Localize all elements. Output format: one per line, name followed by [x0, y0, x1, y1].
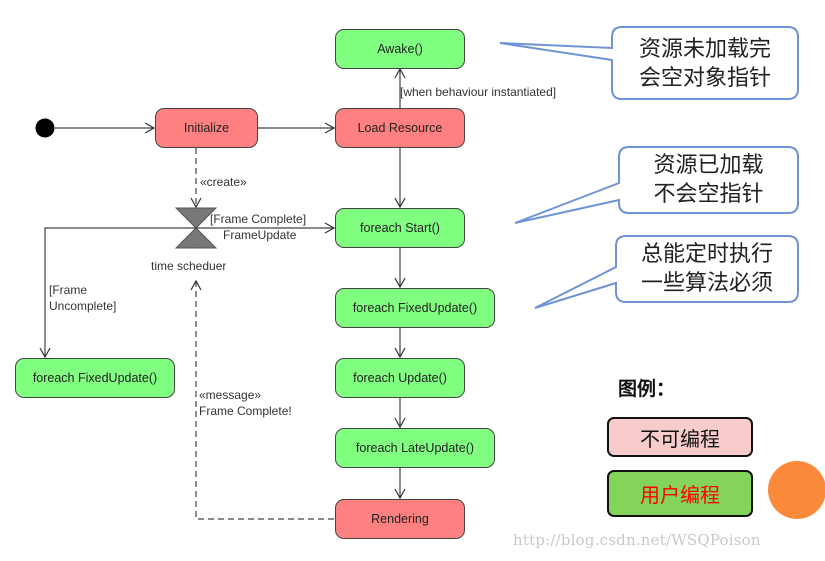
watermark: http://blog.csdn.net/WSQPoison	[513, 531, 761, 549]
callout-awake-line2: 会空对象指针	[638, 66, 771, 91]
legend-user-programmable-label: 用户编程	[640, 483, 720, 507]
label-message: «message»	[199, 388, 262, 402]
label-frame-update: FrameUpdate	[223, 228, 297, 242]
node-rendering: Rendering	[335, 499, 465, 539]
label-frame-uncomplete-1: [Frame	[49, 283, 88, 297]
label-when-instantiated: [when behaviour instantiated]	[400, 85, 557, 99]
node-load-resource: Load Resource	[335, 108, 465, 148]
node-fixed-update-label: foreach FixedUpdate()	[352, 301, 478, 315]
node-awake: Awake()	[335, 29, 465, 69]
node-late-update-label: foreach LateUpdate()	[355, 441, 475, 455]
label-create: «create»	[200, 175, 247, 189]
callout-awake-line1: 资源未加载完	[638, 37, 771, 62]
legend-not-programmable-label: 不可编程	[640, 426, 720, 451]
callout-fixed-update-text: 总能定时执行 一些算法必须	[616, 240, 798, 298]
legend-user-programmable: 用户编程	[607, 470, 753, 517]
node-awake-label: Awake()	[377, 42, 423, 56]
callout-fixed-update-line2: 一些算法必须	[640, 271, 773, 296]
callout-start-line2: 不会空指针	[653, 182, 764, 207]
node-fixed-update-loop: foreach FixedUpdate()	[15, 358, 175, 398]
callout-awake-text: 资源未加载完 会空对象指针	[612, 35, 798, 93]
legend-not-programmable: 不可编程	[607, 417, 753, 457]
node-start-label: foreach Start()	[360, 221, 440, 235]
node-fixed-update-loop-label: foreach FixedUpdate()	[32, 371, 158, 385]
node-start: foreach Start()	[335, 208, 465, 248]
node-update-label: foreach Update()	[353, 371, 447, 385]
node-update: foreach Update()	[335, 358, 465, 398]
initial-node	[35, 118, 55, 138]
time-scheduler-icon-bottom	[174, 227, 218, 249]
callout-start-text: 资源已加载 不会空指针	[619, 151, 798, 209]
node-initialize: Initialize	[155, 108, 258, 148]
label-time-scheduler: time scheduer	[151, 259, 227, 273]
orange-dot	[768, 461, 825, 519]
node-load-resource-label: Load Resource	[357, 121, 443, 135]
node-initialize-label: Initialize	[183, 121, 230, 135]
callout-fixed-update-line1: 总能定时执行	[640, 242, 773, 267]
label-message-frame-complete: Frame Complete!	[199, 404, 292, 418]
node-fixed-update: foreach FixedUpdate()	[335, 288, 495, 328]
label-frame-uncomplete-2: Uncomplete]	[49, 299, 117, 313]
node-rendering-label: Rendering	[371, 512, 429, 526]
legend-title: 图例：	[618, 378, 676, 400]
callout-start-line1: 资源已加载	[653, 153, 764, 178]
label-frame-complete: [Frame Complete]	[210, 212, 307, 226]
node-late-update: foreach LateUpdate()	[335, 428, 495, 468]
